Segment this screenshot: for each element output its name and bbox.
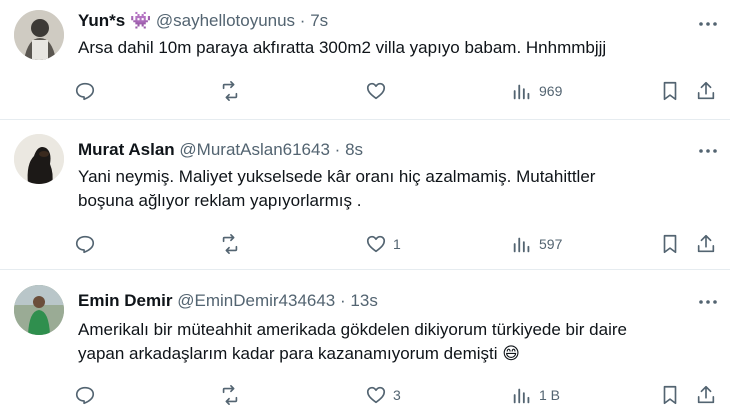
retweet-button[interactable]	[219, 226, 247, 262]
retweet-icon	[222, 385, 238, 405]
avatar-image	[14, 134, 64, 184]
tweet-actions: 1 597	[66, 226, 730, 262]
bookmark-icon	[663, 385, 677, 405]
tweet-text-line: boşuna ağlıyor reklam yapıyorlarmış .	[78, 191, 362, 210]
tweet-header: Emin Demir @EminDemir434643 · 13s	[78, 291, 378, 311]
views-button[interactable]: 1 B	[511, 377, 560, 413]
author-name[interactable]: Murat Aslan	[78, 140, 175, 159]
more-icon[interactable]	[696, 290, 720, 314]
share-button[interactable]	[695, 226, 717, 262]
retweet-button[interactable]	[219, 377, 247, 413]
reply-icon	[75, 386, 95, 405]
author-handle[interactable]: @MuratAslan61643	[179, 140, 330, 159]
bookmark-button[interactable]	[659, 377, 681, 413]
bookmark-icon	[663, 234, 677, 254]
tweet-text: Amerikalı bir müteahhit amerikada gökdel…	[78, 318, 708, 366]
tweet-text-line: Yani neymiş. Maliyet yukselsede kâr oran…	[78, 167, 596, 186]
more-icon[interactable]	[696, 139, 720, 163]
tweet-time[interactable]: 8s	[345, 140, 363, 159]
tweet-text-line: yapan arkadaşlarım kadar para kazanamıyo…	[78, 344, 520, 363]
tweet-actions: 3 1 B	[66, 377, 730, 413]
avatar-image	[14, 285, 64, 335]
share-icon	[697, 81, 715, 100]
views-count: 1 B	[539, 387, 561, 403]
bookmark-button[interactable]	[659, 73, 681, 109]
share-button[interactable]	[695, 73, 717, 109]
bookmark-icon	[663, 81, 677, 101]
tweet-text: Arsa dahil 10m paraya akfıratta 300m2 vi…	[78, 36, 708, 60]
separator-dot: ·	[334, 140, 341, 159]
author-handle[interactable]: @sayhellotoyunus	[156, 11, 295, 30]
tweet-feed: Yun*s 👾 @sayhellotoyunus · 7s Arsa dahil…	[0, 0, 730, 420]
like-count: 3	[393, 387, 401, 403]
share-button[interactable]	[695, 377, 717, 413]
like-count: 1	[393, 236, 401, 252]
tweet-header: Yun*s 👾 @sayhellotoyunus · 7s	[78, 11, 328, 31]
reply-button[interactable]	[74, 226, 102, 262]
tweet-time[interactable]: 7s	[310, 11, 328, 30]
like-button[interactable]	[365, 73, 393, 109]
tweet[interactable]: Emin Demir @EminDemir434643 · 13s Amerik…	[0, 270, 730, 420]
like-icon	[366, 386, 386, 404]
reply-icon	[75, 82, 95, 101]
tweet-header: Murat Aslan @MuratAslan61643 · 8s	[78, 140, 363, 160]
retweet-button[interactable]	[219, 73, 247, 109]
bookmark-button[interactable]	[659, 226, 681, 262]
author-handle[interactable]: @EminDemir434643	[177, 291, 335, 310]
views-count: 969	[539, 83, 563, 99]
avatar-image	[14, 10, 64, 60]
tweet-actions: 969	[66, 73, 730, 109]
avatar[interactable]	[14, 285, 64, 335]
tweet-time[interactable]: 13s	[350, 291, 377, 310]
reply-icon	[75, 235, 95, 254]
share-icon	[697, 385, 715, 404]
reply-button[interactable]	[74, 377, 102, 413]
separator-dot: ·	[299, 11, 306, 30]
tweet-text: Yani neymiş. Maliyet yukselsede kâr oran…	[78, 165, 708, 213]
like-icon	[366, 82, 386, 100]
share-icon	[697, 234, 715, 253]
tweet-text-line: Amerikalı bir müteahhit amerikada gökdel…	[78, 320, 627, 339]
author-name[interactable]: Emin Demir	[78, 291, 172, 310]
views-button[interactable]: 969	[511, 73, 562, 109]
avatar[interactable]	[14, 134, 64, 184]
views-count: 597	[539, 236, 563, 252]
like-button[interactable]: 3	[365, 377, 401, 413]
like-button[interactable]: 1	[365, 226, 401, 262]
views-button[interactable]: 597	[511, 226, 562, 262]
tweet[interactable]: Murat Aslan @MuratAslan61643 · 8s Yani n…	[0, 120, 730, 270]
retweet-icon	[222, 81, 238, 101]
reply-button[interactable]	[74, 73, 102, 109]
views-icon	[513, 388, 530, 404]
retweet-icon	[222, 234, 238, 254]
separator-dot: ·	[340, 291, 346, 310]
tweet[interactable]: Yun*s 👾 @sayhellotoyunus · 7s Arsa dahil…	[0, 0, 730, 120]
more-icon[interactable]	[696, 12, 720, 36]
name-emoji: 👾	[129, 11, 152, 30]
author-name[interactable]: Yun*s	[78, 11, 125, 30]
like-icon	[366, 235, 386, 253]
views-icon	[513, 237, 530, 253]
views-icon	[513, 84, 530, 100]
avatar[interactable]	[14, 10, 64, 60]
tweet-text-line: Arsa dahil 10m paraya akfıratta 300m2 vi…	[78, 38, 607, 57]
